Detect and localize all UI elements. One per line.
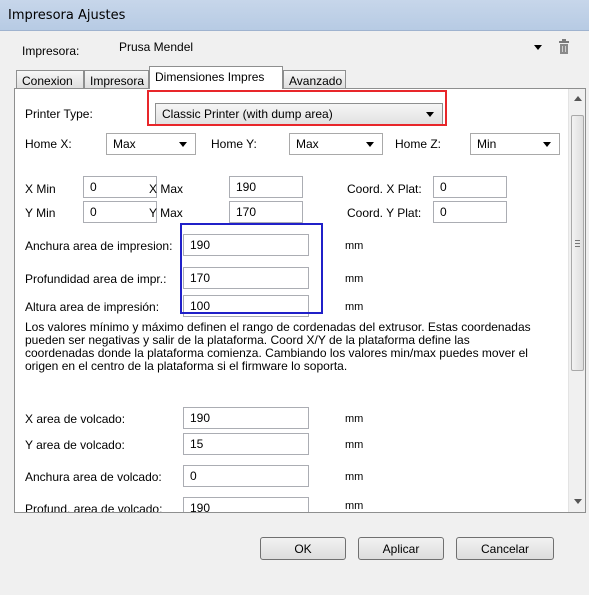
y-min-input[interactable]: 0 bbox=[83, 201, 157, 223]
printer-select[interactable]: Prusa Mendel bbox=[103, 35, 550, 59]
home-x-label: Home X: bbox=[25, 137, 72, 151]
printer-label: Impresora: bbox=[22, 44, 80, 58]
x-min-input[interactable]: 0 bbox=[83, 176, 157, 198]
tab-avanzado[interactable]: Avanzado bbox=[283, 70, 346, 90]
coord-x-plat-label: Coord. X Plat: bbox=[347, 182, 422, 196]
apply-button[interactable]: Aplicar bbox=[358, 537, 444, 560]
dump-width-input[interactable]: 0 bbox=[183, 465, 309, 487]
home-y-select[interactable]: Max bbox=[289, 133, 383, 155]
x-max-label: X Max bbox=[149, 182, 184, 196]
chevron-down-icon bbox=[543, 142, 551, 147]
window-title: Impresora Ajustes bbox=[8, 8, 126, 23]
dump-y-unit: mm bbox=[345, 439, 364, 451]
home-x-select[interactable]: Max bbox=[106, 133, 196, 155]
vertical-scrollbar[interactable] bbox=[568, 89, 585, 512]
highlight-red-box bbox=[147, 90, 447, 126]
scroll-up-icon[interactable] bbox=[574, 96, 582, 101]
print-height-unit: mm bbox=[345, 301, 364, 313]
printer-type-label: Printer Type: bbox=[25, 107, 93, 121]
dump-y-label: Y area de volcado: bbox=[25, 438, 125, 452]
ok-button[interactable]: OK bbox=[260, 537, 346, 560]
coord-y-plat-input[interactable]: 0 bbox=[433, 201, 507, 223]
coord-y-plat-label: Coord. Y Plat: bbox=[347, 206, 422, 220]
print-depth-label: Profundidad area de impr.: bbox=[25, 272, 167, 286]
tab-panel: Printer Type: Classic Printer (with dump… bbox=[14, 88, 586, 513]
dump-y-input[interactable]: 15 bbox=[183, 433, 309, 455]
chevron-down-icon bbox=[366, 142, 374, 147]
dump-depth-label: Profund. area de volcado: bbox=[25, 502, 163, 513]
print-width-label: Anchura area de impresion: bbox=[25, 239, 173, 253]
scroll-thumb[interactable] bbox=[571, 115, 584, 371]
tab-impresora[interactable]: Impresora bbox=[84, 70, 149, 90]
print-width-unit: mm bbox=[345, 240, 364, 252]
title-bar: Impresora Ajustes bbox=[0, 0, 589, 31]
trash-icon[interactable] bbox=[558, 39, 570, 54]
y-min-label: Y Min bbox=[25, 206, 56, 220]
dump-x-input[interactable]: 190 bbox=[183, 407, 309, 429]
coord-x-plat-input[interactable]: 0 bbox=[433, 176, 507, 198]
print-height-label: Altura area de impresión: bbox=[25, 300, 160, 314]
tab-conexion[interactable]: Conexion bbox=[16, 70, 84, 90]
home-z-select[interactable]: Min bbox=[470, 133, 560, 155]
print-depth-unit: mm bbox=[345, 273, 364, 285]
info-paragraph: Los valores mínimo y máximo definen el r… bbox=[25, 320, 531, 373]
chevron-down-icon bbox=[534, 45, 542, 50]
dump-x-unit: mm bbox=[345, 413, 364, 425]
home-z-label: Home Z: bbox=[395, 137, 442, 151]
dump-width-unit: mm bbox=[345, 471, 364, 483]
dump-width-label: Anchura area de volcado: bbox=[25, 470, 162, 484]
highlight-blue-box bbox=[180, 223, 323, 314]
scroll-down-icon[interactable] bbox=[574, 499, 582, 504]
cancel-button[interactable]: Cancelar bbox=[456, 537, 554, 560]
x-min-label: X Min bbox=[25, 182, 56, 196]
tab-dimensiones-impres[interactable]: Dimensiones Impres bbox=[149, 66, 283, 89]
x-max-input[interactable]: 190 bbox=[229, 176, 303, 198]
home-y-label: Home Y: bbox=[211, 137, 257, 151]
dump-x-label: X area de volcado: bbox=[25, 412, 126, 426]
chevron-down-icon bbox=[179, 142, 187, 147]
dump-depth-input[interactable]: 190 bbox=[183, 497, 309, 512]
dump-depth-unit: mm bbox=[345, 500, 364, 512]
y-max-input[interactable]: 170 bbox=[229, 201, 303, 223]
y-max-label: Y Max bbox=[149, 206, 183, 220]
